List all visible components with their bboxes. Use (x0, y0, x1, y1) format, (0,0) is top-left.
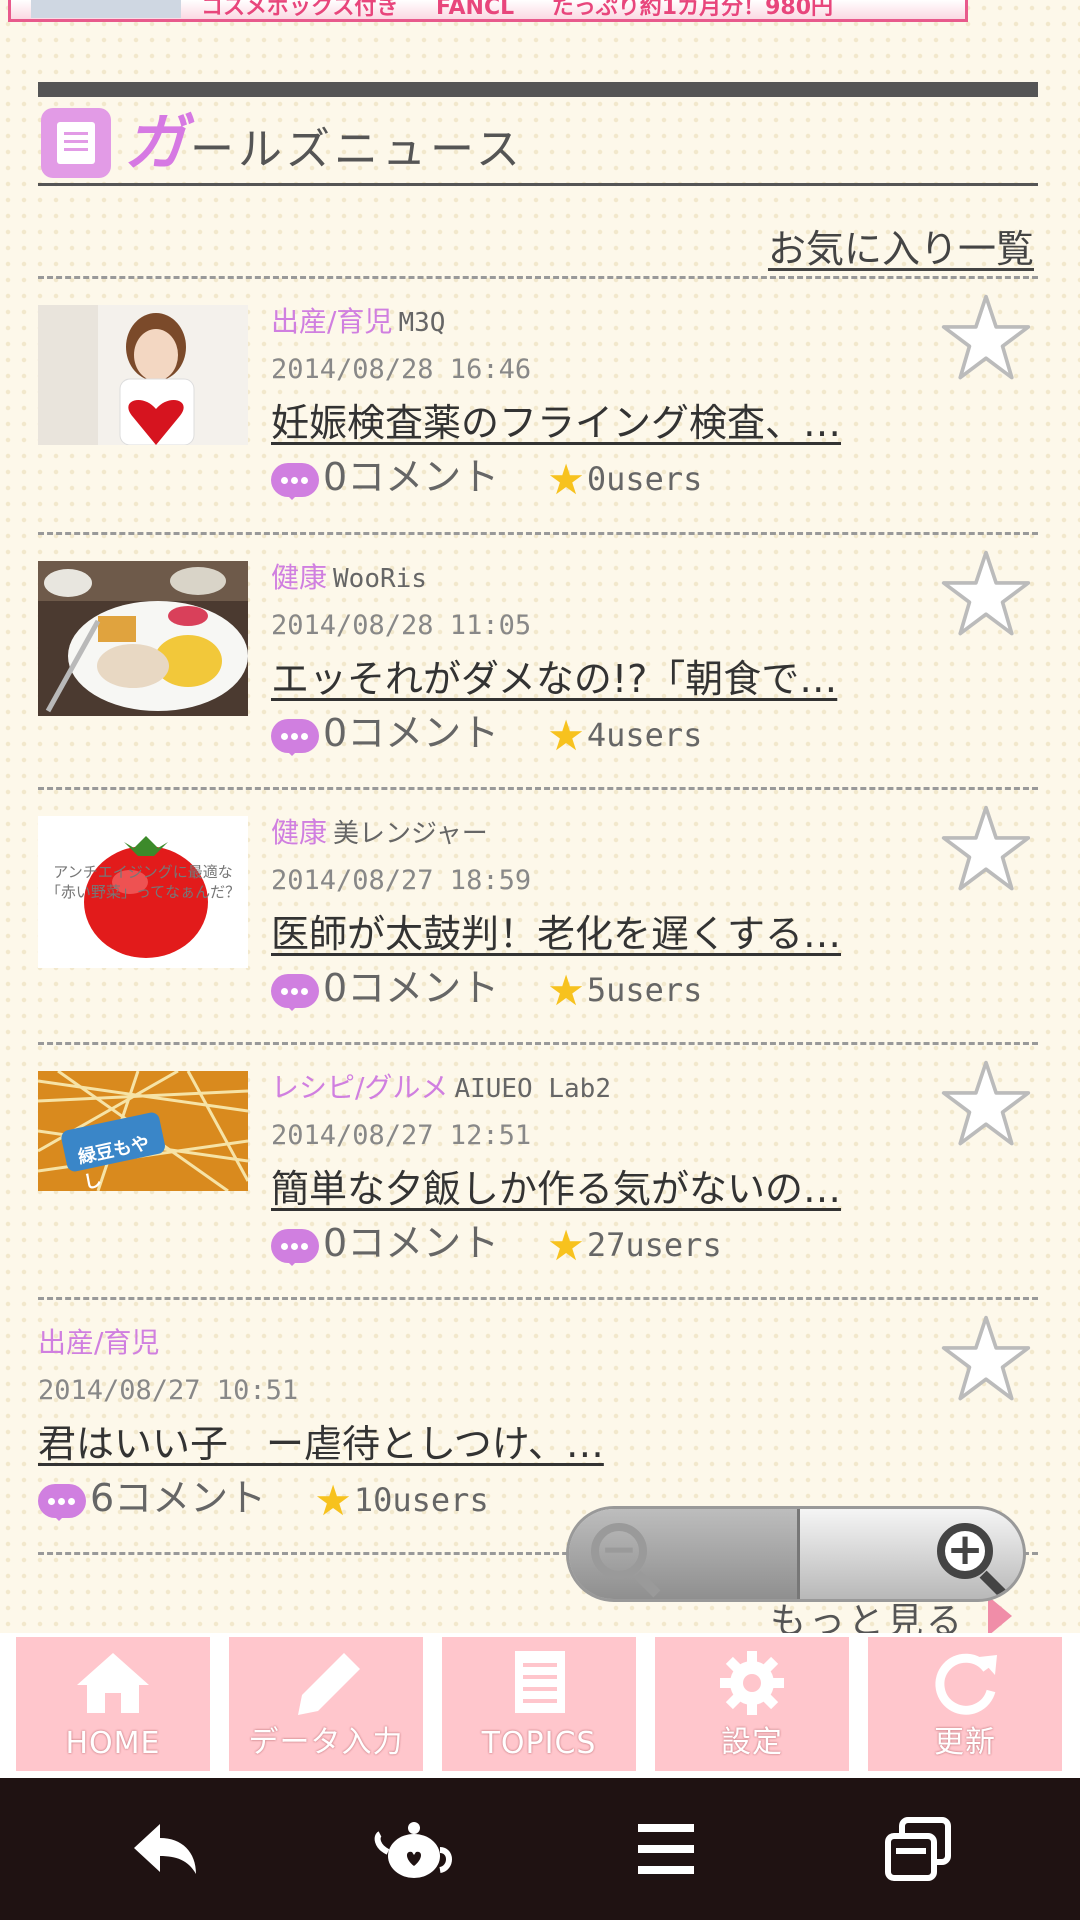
article-date: 2014/08/27 10:51 (38, 1375, 299, 1406)
article-item[interactable]: 緑豆もやし レシピ/グルメ AIUEO Lab2 2014/08/27 12:51… (38, 1046, 1038, 1296)
banner-image (31, 0, 181, 18)
star-icon: ★ (547, 454, 585, 504)
article-category: 出産/育児 (271, 305, 393, 338)
article-source: 美レンジャー (333, 819, 488, 849)
comment-icon (38, 1483, 86, 1521)
chevron-right-icon (988, 1596, 1012, 1636)
divider (38, 276, 1038, 279)
tab-home[interactable]: HOME (16, 1637, 210, 1771)
comment-count: 0コメント (323, 711, 500, 755)
article-thumbnail[interactable]: アンチエイジングに最適な 「赤い野菜」ってなぁんだ？ (38, 816, 248, 968)
star-icon: ★ (314, 1475, 352, 1525)
section-header: ガールズニュース (38, 104, 1038, 186)
zoom-in-button[interactable]: + (937, 1523, 993, 1579)
tab-label: 更新 (934, 1725, 996, 1760)
favorite-star-button[interactable] (940, 548, 1032, 640)
ad-banner[interactable]: コスメボックス付き FANCL たっぷり約1カ月分！980円 (8, 0, 968, 22)
article-thumbnail[interactable]: 緑豆もやし (38, 1071, 248, 1191)
teapot-icon[interactable] (374, 1814, 454, 1884)
article-title-link[interactable]: 簡単な夕飯しか作る気がないの… (271, 1162, 951, 1216)
home-icon (77, 1653, 149, 1713)
article-title-link[interactable]: 医師が太鼓判！老化を遅くする… (271, 907, 951, 961)
system-navigation-bar (0, 1778, 1080, 1920)
tab-topics[interactable]: TOPICS (442, 1637, 636, 1771)
comment-icon (271, 973, 319, 1011)
comment-count: 0コメント (323, 966, 500, 1010)
favorite-users-count: 5users (586, 971, 703, 1009)
article-date: 2014/08/27 18:59 (271, 865, 532, 896)
tab-settings[interactable]: 設定 (655, 1637, 849, 1771)
article-thumbnail[interactable] (38, 305, 248, 445)
comment-count: 6コメント (90, 1476, 267, 1520)
favorite-users-count: 4users (586, 716, 703, 754)
divider (38, 1042, 1038, 1045)
favorites-list-link[interactable]: お気に入り一覧 (768, 218, 1034, 273)
divider (38, 532, 1038, 535)
article-title-link[interactable]: エッそれがダメなの!?「朝食で… (271, 652, 951, 706)
section-title: ガールズニュース (124, 106, 524, 179)
zoom-out-button[interactable]: − (569, 1509, 800, 1599)
article-source: WooRis (333, 564, 427, 594)
banner-text-2: FANCL (436, 0, 515, 20)
article-source: M3Q (398, 308, 446, 338)
comment-icon (271, 718, 319, 756)
divider (38, 787, 1038, 790)
news-document-icon (41, 108, 111, 178)
recent-apps-icon[interactable] (878, 1814, 958, 1884)
article-thumbnail[interactable] (38, 561, 248, 716)
gear-icon (720, 1651, 784, 1715)
pencil-icon (298, 1653, 360, 1715)
favorite-users-count: 10users (353, 1481, 489, 1519)
article-category: レシピ/グルメ (271, 1071, 449, 1104)
thumbnail-caption: アンチエイジングに最適な 「赤い野菜」ってなぁんだ？ (45, 863, 241, 901)
tab-label: 設定 (721, 1725, 783, 1760)
tab-refresh[interactable]: 更新 (868, 1637, 1062, 1771)
star-icon: ★ (547, 710, 585, 760)
comment-count: 0コメント (323, 1221, 500, 1265)
tab-label: TOPICS (481, 1726, 597, 1761)
star-icon: ★ (547, 1220, 585, 1270)
refresh-icon (935, 1653, 997, 1715)
comment-icon (271, 1228, 319, 1266)
article-date: 2014/08/28 11:05 (271, 610, 532, 641)
tab-data-input[interactable]: データ入力 (229, 1637, 423, 1771)
article-category: 健康 (271, 561, 328, 594)
section-top-bar (38, 82, 1038, 97)
banner-text-3: たっぷり約1カ月分！980円 (551, 0, 834, 20)
bottom-tab-bar: HOME データ入力 TOPICS 設定 更新 (0, 1633, 1080, 1778)
favorite-star-button[interactable] (940, 1313, 1032, 1405)
article-date: 2014/08/27 12:51 (271, 1120, 532, 1151)
article-source: AIUEO Lab2 (454, 1074, 611, 1104)
banner-text-1: コスメボックス付き (201, 0, 399, 20)
back-icon[interactable] (124, 1814, 204, 1884)
tab-label: HOME (65, 1726, 161, 1761)
article-title-link[interactable]: 妊娠検査薬のフライング検査、… (271, 396, 951, 450)
article-title-link[interactable]: 君はいい子 ー虐待としつけ、… (38, 1417, 718, 1471)
article-item[interactable]: 出産/育児 M3Q 2014/08/28 16:46 妊娠検査薬のフライング検査、… (38, 280, 1038, 530)
article-item[interactable]: アンチエイジングに最適な 「赤い野菜」ってなぁんだ？ 健康 美レンジャー 2014/… (38, 791, 1038, 1041)
article-item[interactable]: 健康 WooRis 2014/08/28 11:05 エッそれがダメなの!?「朝食… (38, 536, 1038, 786)
favorite-star-button[interactable] (940, 1058, 1032, 1150)
comment-icon (271, 462, 319, 500)
zoom-control[interactable]: − + (566, 1506, 1026, 1602)
article-category: 健康 (271, 816, 328, 849)
tab-label: データ入力 (248, 1725, 404, 1760)
comment-count: 0コメント (323, 455, 500, 499)
zoom-out-icon: − (591, 1523, 647, 1579)
article-date: 2014/08/28 16:46 (271, 354, 532, 385)
favorite-star-button[interactable] (940, 292, 1032, 384)
favorite-users-count: 0users (586, 460, 703, 498)
favorite-users-count: 27users (586, 1226, 722, 1264)
article-category: 出産/育児 (38, 1326, 160, 1359)
divider (38, 1297, 1038, 1300)
favorite-star-button[interactable] (940, 803, 1032, 895)
menu-icon[interactable] (626, 1814, 706, 1884)
star-icon: ★ (547, 965, 585, 1015)
document-icon (515, 1651, 565, 1713)
